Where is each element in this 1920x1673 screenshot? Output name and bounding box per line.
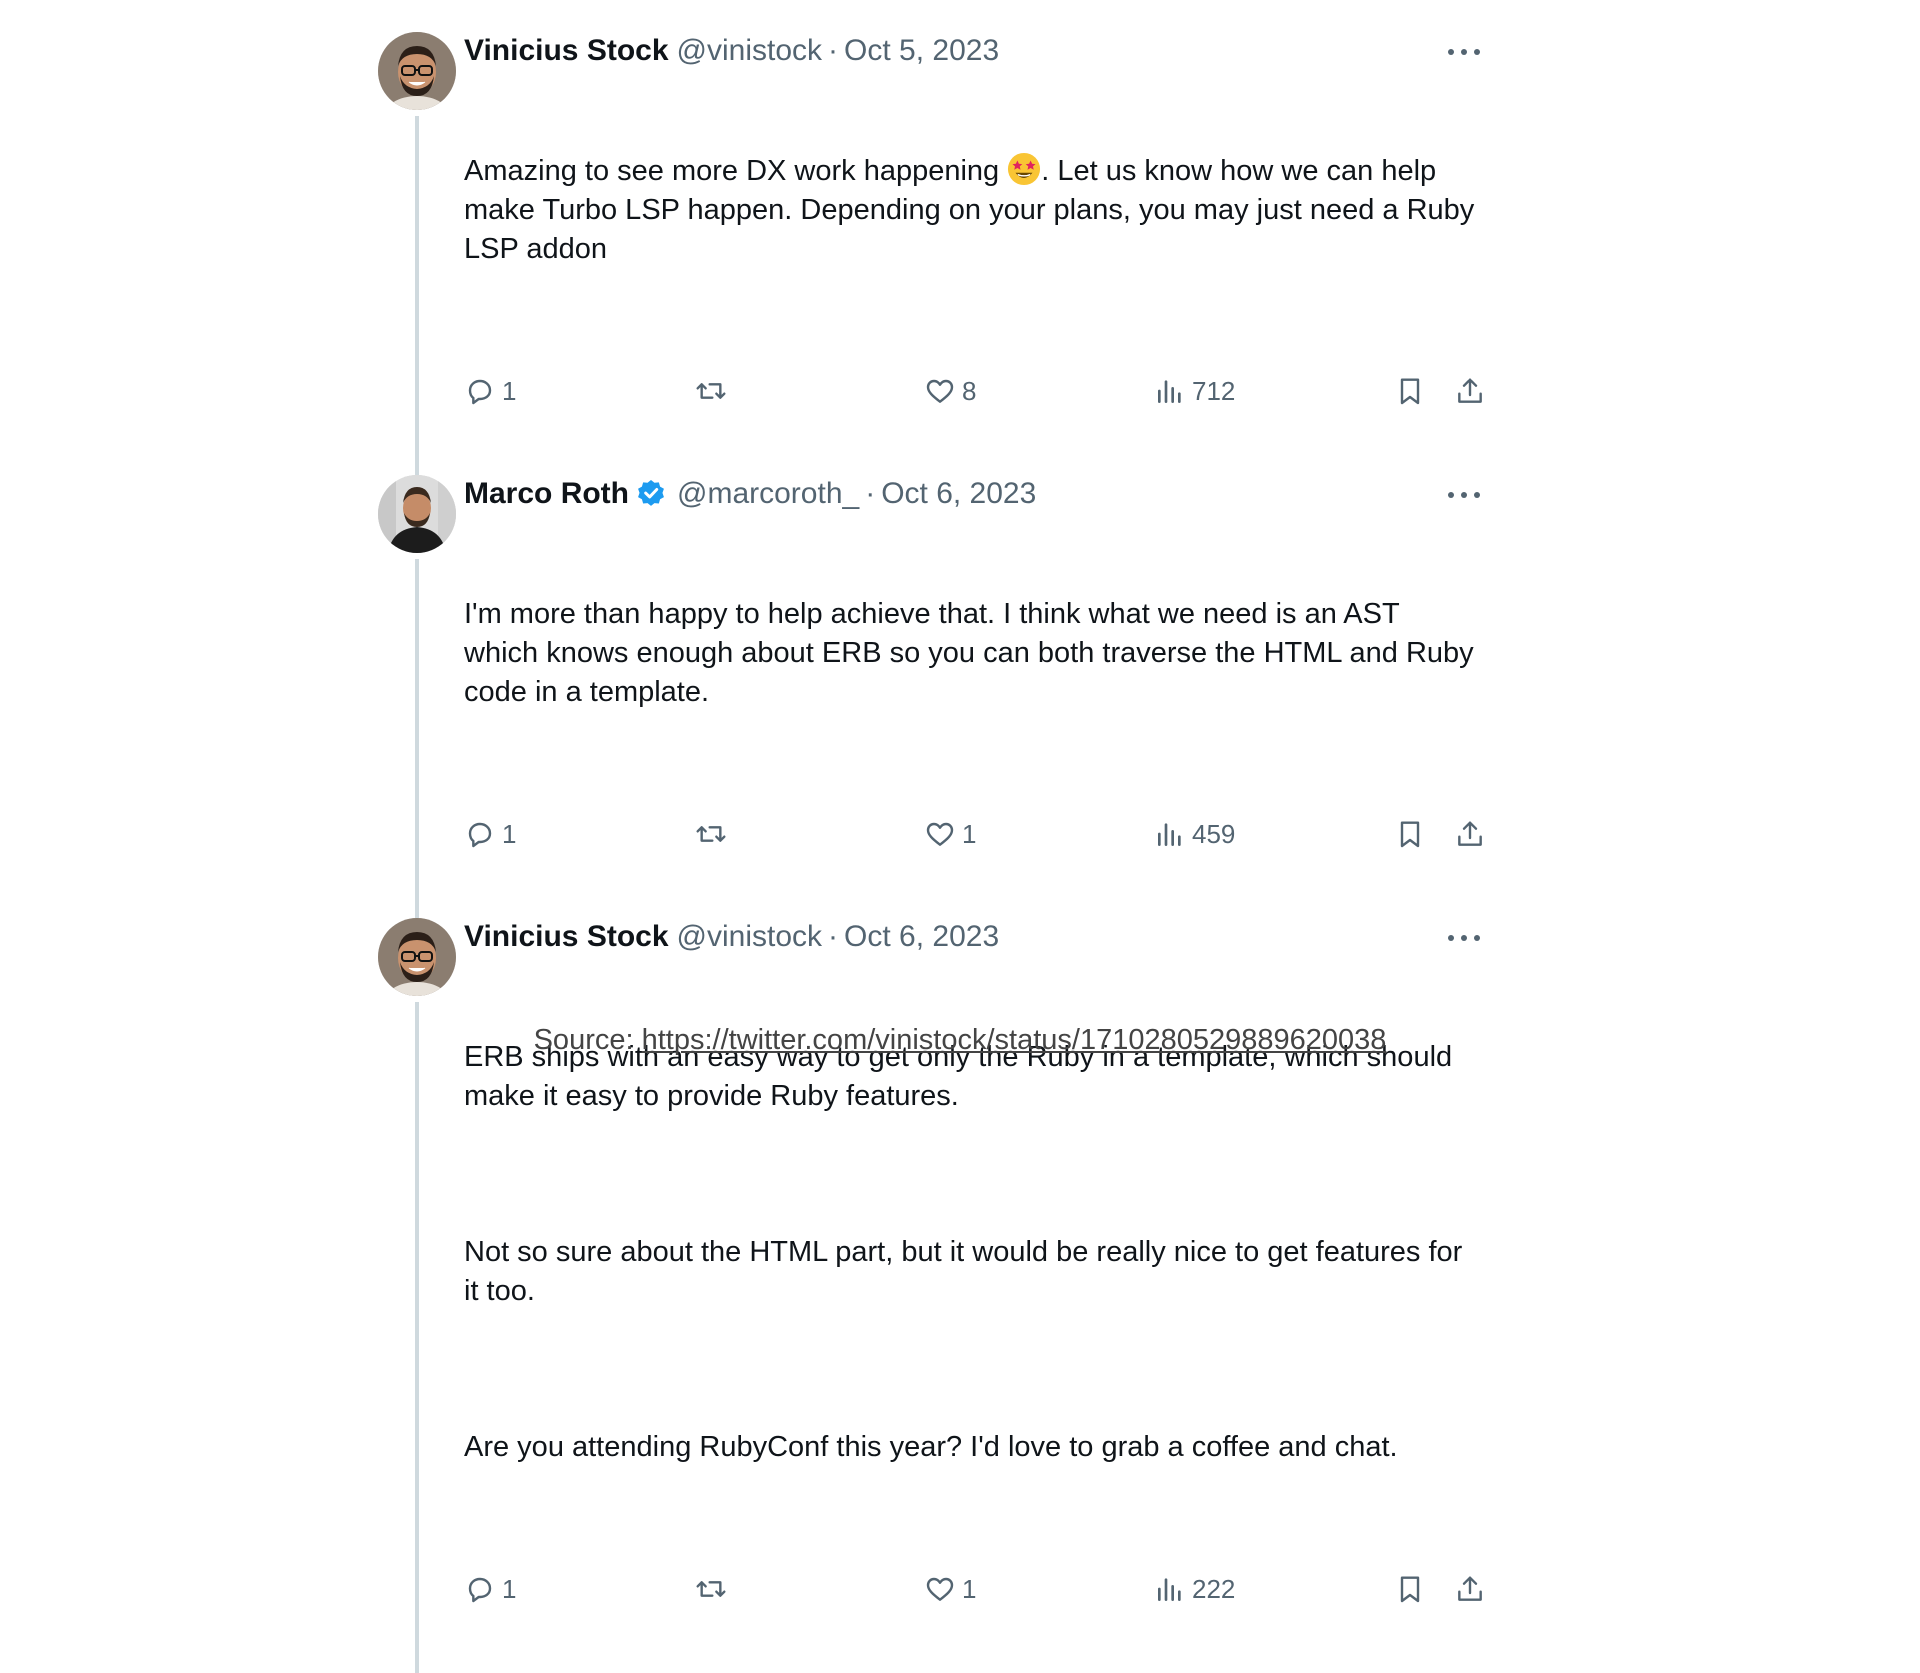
avatar[interactable]: [378, 32, 456, 110]
heart-icon: [926, 379, 954, 403]
vinicius-avatar-icon: [378, 918, 456, 996]
views-count: 222: [1192, 1573, 1236, 1604]
tweet-thread: Vinicius Stock @vinistock · Oct 5, 2023 …: [370, 0, 1482, 1673]
author-name[interactable]: Marco Roth: [464, 475, 629, 513]
tweet-date[interactable]: Oct 6, 2023: [844, 918, 999, 956]
avatar[interactable]: [378, 475, 456, 553]
tweet-header: Marco Roth @marcoroth_ · Oct 6, 2023: [464, 475, 1480, 513]
verified-badge-icon[interactable]: [635, 478, 667, 510]
header-separator: ·: [865, 477, 876, 510]
tweet-header: Vinicius Stock @vinistock · Oct 6, 2023: [464, 918, 1480, 956]
like-button[interactable]: 8: [924, 371, 976, 411]
reply-button[interactable]: 1: [464, 371, 516, 411]
tweet-actions: 1 1 459: [464, 814, 1482, 854]
views-button[interactable]: 222: [1154, 1569, 1235, 1609]
tweet-body: Marco Roth @marcoroth_ · Oct 6, 2023 I'm…: [464, 475, 1482, 886]
author-handle[interactable]: @marcoroth_: [677, 475, 859, 513]
reply-button[interactable]: 1: [464, 1569, 516, 1609]
share-icon: [1458, 378, 1482, 403]
marco-avatar-icon: [378, 475, 456, 553]
retweet-button[interactable]: [694, 1569, 728, 1609]
tweet-paragraph: Amazing to see more DX work happening . …: [464, 152, 1480, 269]
like-count: 1: [962, 1573, 977, 1604]
views-button[interactable]: 712: [1154, 371, 1235, 411]
thread-connector: [415, 116, 419, 475]
vinicius-avatar-icon: [378, 32, 456, 110]
tweet[interactable]: Vinicius Stock @vinistock · Oct 5, 2023 …: [370, 0, 1482, 475]
source-caption: Source: https://twitter.com/vinistock/st…: [0, 1024, 1920, 1057]
reply-icon: [468, 1577, 492, 1603]
tweet-paragraph: Are you attending RubyConf this year? I'…: [464, 1431, 1398, 1463]
thread-connector: [415, 559, 419, 918]
retweet-button[interactable]: [694, 814, 728, 854]
tweet-actions: 1 8 712: [464, 371, 1482, 411]
reply-count: 1: [502, 818, 517, 849]
more-options-icon[interactable]: [1448, 924, 1480, 952]
share-button[interactable]: [1454, 1569, 1486, 1609]
heart-icon: [926, 1577, 954, 1601]
source-link[interactable]: https://twitter.com/vinistock/status/171…: [642, 1024, 1387, 1056]
tweet-text-segment: Amazing to see more DX work happening: [464, 155, 1008, 187]
retweet-button[interactable]: [694, 371, 728, 411]
like-button[interactable]: 1: [924, 1569, 976, 1609]
like-count: 1: [962, 818, 977, 849]
bookmark-icon: [1400, 378, 1420, 405]
reply-count: 1: [502, 375, 517, 406]
retweet-icon: [696, 1581, 726, 1597]
reply-icon: [468, 379, 492, 405]
retweet-icon: [696, 383, 726, 399]
share-button[interactable]: [1454, 371, 1486, 411]
tweet-date[interactable]: Oct 6, 2023: [881, 475, 1036, 513]
share-button[interactable]: [1454, 814, 1486, 854]
tweet-text: I'm more than happy to help achieve that…: [464, 517, 1480, 790]
tweet-gutter: [370, 475, 464, 918]
tweet[interactable]: Marco Roth @marcoroth_ · Oct 6, 2023 I'm…: [370, 443, 1482, 918]
reply-icon: [468, 822, 492, 848]
views-chart-icon: [1158, 823, 1181, 846]
views-chart-icon: [1158, 380, 1181, 403]
bookmark-icon: [1400, 821, 1420, 848]
tweet-gutter: [370, 32, 464, 475]
tweet-date[interactable]: Oct 5, 2023: [844, 32, 999, 70]
views-chart-icon: [1158, 1578, 1181, 1601]
source-label: Source:: [533, 1024, 642, 1056]
author-handle[interactable]: @vinistock: [677, 918, 823, 956]
like-button[interactable]: 1: [924, 814, 976, 854]
star-struck-emoji-icon: [1008, 152, 1041, 186]
heart-icon: [926, 822, 954, 846]
retweet-icon: [696, 826, 726, 842]
tweet-text: Amazing to see more DX work happening . …: [464, 74, 1480, 347]
author-name[interactable]: Vinicius Stock: [464, 918, 669, 956]
bookmark-icon: [1400, 1576, 1420, 1603]
tweet-header: Vinicius Stock @vinistock · Oct 5, 2023: [464, 32, 1480, 70]
thread-connector: [415, 1002, 419, 1673]
tweet-body: Vinicius Stock @vinistock · Oct 5, 2023 …: [464, 32, 1482, 443]
reply-button[interactable]: 1: [464, 814, 516, 854]
header-separator: ·: [828, 34, 839, 67]
author-handle[interactable]: @vinistock: [677, 32, 823, 70]
like-count: 8: [962, 375, 977, 406]
bookmark-button[interactable]: [1394, 814, 1426, 854]
author-name[interactable]: Vinicius Stock: [464, 32, 669, 70]
share-icon: [1458, 821, 1482, 846]
tweet-paragraph: I'm more than happy to help achieve that…: [464, 598, 1482, 708]
tweet-paragraph: Not so sure about the HTML part, but it …: [464, 1236, 1471, 1307]
more-options-icon[interactable]: [1448, 38, 1480, 66]
reply-count: 1: [502, 1573, 517, 1604]
tweet[interactable]: Vinicius Stock @vinistock · Oct 6, 2023 …: [370, 886, 1482, 1673]
more-options-icon[interactable]: [1448, 481, 1480, 509]
views-count: 712: [1192, 375, 1236, 406]
bookmark-button[interactable]: [1394, 1569, 1426, 1609]
tweet-actions: 1 1 222: [464, 1569, 1482, 1609]
header-separator: ·: [828, 920, 839, 953]
bookmark-button[interactable]: [1394, 371, 1426, 411]
share-icon: [1458, 1576, 1482, 1601]
views-count: 459: [1192, 818, 1236, 849]
views-button[interactable]: 459: [1154, 814, 1235, 854]
avatar[interactable]: [378, 918, 456, 996]
